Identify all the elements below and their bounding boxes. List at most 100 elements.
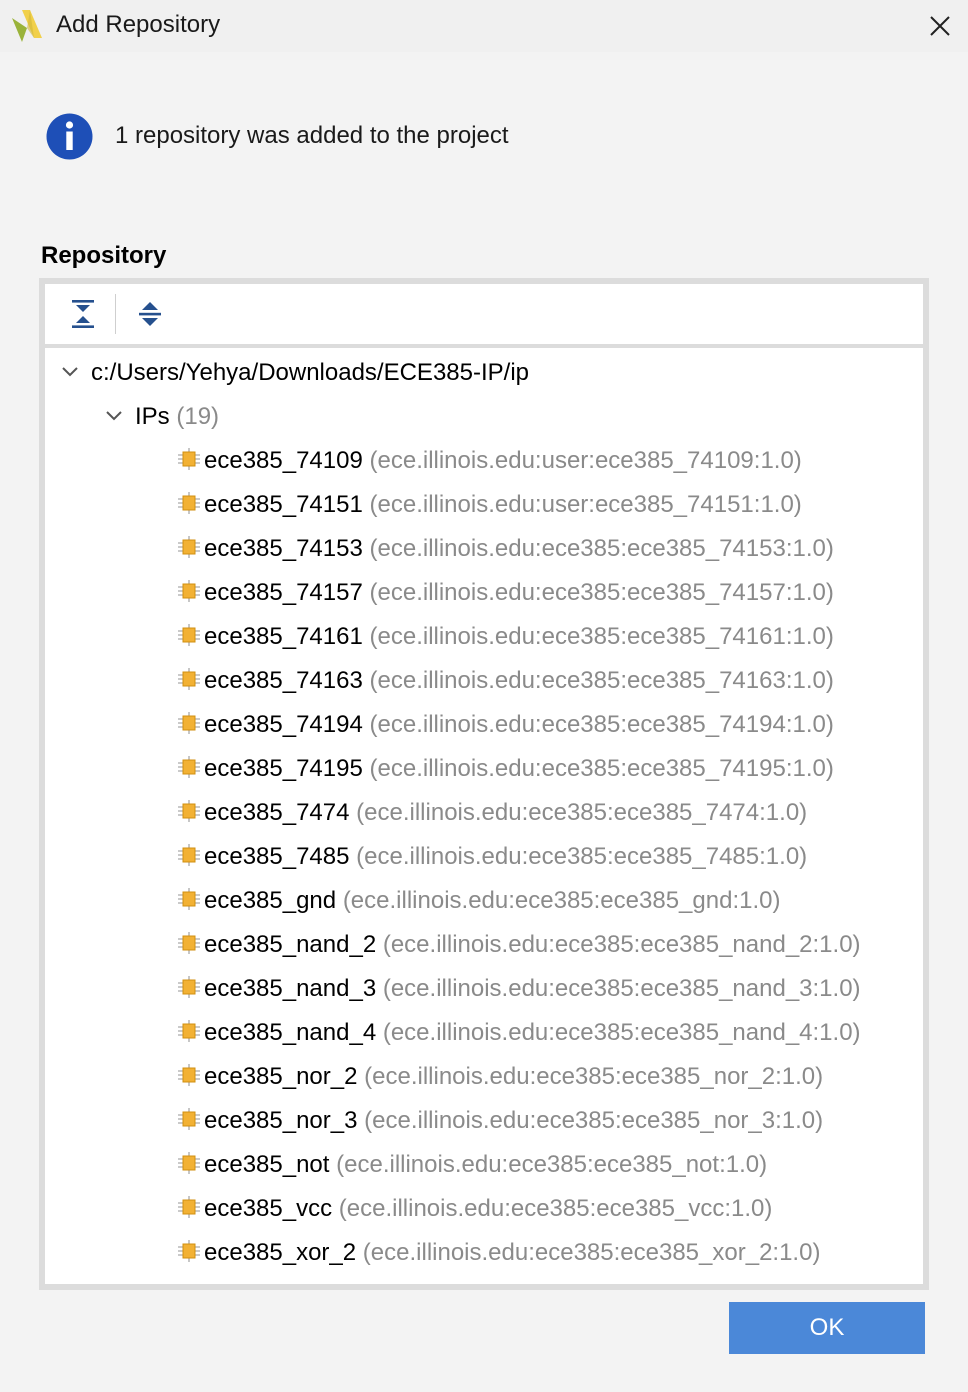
ip-vlnv: (ece.illinois.edu:ece385:ece385_gnd:1.0) (342, 887, 781, 914)
ip-name: ece385_nand_2 (204, 931, 377, 958)
ip-tree-item[interactable]: ece385_7485 (ece.illinois.edu:ece385:ece… (45, 834, 923, 878)
ip-core-icon (178, 580, 200, 602)
ip-vlnv: (ece.illinois.edu:ece385:ece385_vcc:1.0) (338, 1195, 773, 1222)
ip-vlnv: (ece.illinois.edu:ece385:ece385_74195:1.… (369, 755, 834, 782)
repository-tree: c:/Users/Yehya/Downloads/ECE385-IP/ip IP… (45, 348, 923, 1284)
ip-vlnv: (ece.illinois.edu:ece385:ece385_not:1.0) (336, 1151, 768, 1178)
ip-vlnv: (ece.illinois.edu:ece385:ece385_74161:1.… (369, 623, 834, 650)
ips-label: IPs (135, 403, 170, 430)
ip-core-icon (178, 844, 200, 866)
ip-name: ece385_7474 (204, 799, 350, 826)
ip-core-icon (178, 492, 200, 514)
ip-core-icon (178, 888, 200, 910)
chevron-down-icon[interactable] (59, 360, 81, 382)
ip-name: ece385_vcc (204, 1195, 333, 1222)
ip-core-icon (178, 976, 200, 998)
ip-vlnv: (ece.illinois.edu:ece385:ece385_nor_3:1.… (364, 1107, 824, 1134)
info-message: 1 repository was added to the project (115, 122, 509, 149)
collapse-all-icon (72, 300, 94, 328)
ip-tree-item[interactable]: ece385_nand_4 (ece.illinois.edu:ece385:e… (45, 1010, 923, 1054)
ip-tree-item[interactable]: ece385_74161 (ece.illinois.edu:ece385:ec… (45, 614, 923, 658)
ip-core-icon (178, 1108, 200, 1130)
expand-all-button[interactable] (132, 296, 168, 332)
ip-vlnv: (ece.illinois.edu:ece385:ece385_7474:1.0… (356, 799, 808, 826)
ip-vlnv: (ece.illinois.edu:ece385:ece385_74153:1.… (369, 535, 834, 562)
ips-count: (19) (176, 403, 220, 430)
ip-tree-item[interactable]: ece385_74153 (ece.illinois.edu:ece385:ec… (45, 526, 923, 570)
ip-tree-item[interactable]: ece385_nor_2 (ece.illinois.edu:ece385:ec… (45, 1054, 923, 1098)
ip-name: ece385_74161 (204, 623, 363, 650)
ip-core-icon (178, 536, 200, 558)
dialog-content: 1 repository was added to the project Re… (0, 52, 968, 1392)
ip-vlnv: (ece.illinois.edu:user:ece385_74151:1.0) (369, 491, 802, 518)
ok-button[interactable]: OK (729, 1302, 925, 1354)
ip-vlnv: (ece.illinois.edu:user:ece385_74109:1.0) (369, 447, 802, 474)
ip-core-icon (178, 1020, 200, 1042)
ip-tree-item[interactable]: ece385_nor_3 (ece.illinois.edu:ece385:ec… (45, 1098, 923, 1142)
close-icon (930, 16, 950, 36)
ip-vlnv: (ece.illinois.edu:ece385:ece385_nor_2:1.… (364, 1063, 824, 1090)
tree-node-ips[interactable]: IPs (19) (45, 394, 923, 438)
ip-core-icon (178, 756, 200, 778)
ip-name: ece385_nor_3 (204, 1107, 358, 1134)
ip-tree-item[interactable]: ece385_not (ece.illinois.edu:ece385:ece3… (45, 1142, 923, 1186)
ip-vlnv: (ece.illinois.edu:ece385:ece385_74157:1.… (369, 579, 834, 606)
ip-name: ece385_7485 (204, 843, 350, 870)
window-title: Add Repository (56, 11, 221, 38)
ip-tree-item[interactable]: ece385_74109 (ece.illinois.edu:user:ece3… (45, 438, 923, 482)
ip-core-icon (178, 932, 200, 954)
ip-name: ece385_74153 (204, 535, 363, 562)
ip-core-icon (178, 1196, 200, 1218)
ip-tree-item[interactable]: ece385_74195 (ece.illinois.edu:ece385:ec… (45, 746, 923, 790)
ip-name: ece385_74194 (204, 711, 363, 738)
ip-core-icon (178, 1064, 200, 1086)
ip-tree-item[interactable]: ece385_7474 (ece.illinois.edu:ece385:ece… (45, 790, 923, 834)
ip-tree-item[interactable]: ece385_74194 (ece.illinois.edu:ece385:ec… (45, 702, 923, 746)
ip-name: ece385_74109 (204, 447, 363, 474)
ip-tree-item[interactable]: ece385_74151 (ece.illinois.edu:user:ece3… (45, 482, 923, 526)
ip-vlnv: (ece.illinois.edu:ece385:ece385_74163:1.… (369, 667, 834, 694)
ip-vlnv: (ece.illinois.edu:ece385:ece385_nand_4:1… (382, 1019, 861, 1046)
ip-name: ece385_74163 (204, 667, 363, 694)
info-icon (46, 113, 93, 160)
repository-panel: c:/Users/Yehya/Downloads/ECE385-IP/ip IP… (39, 278, 929, 1290)
ip-name: ece385_xor_2 (204, 1239, 357, 1266)
ip-core-icon (178, 1240, 200, 1262)
ip-core-icon (178, 668, 200, 690)
ip-vlnv: (ece.illinois.edu:ece385:ece385_xor_2:1.… (362, 1239, 821, 1266)
ip-name: ece385_gnd (204, 887, 337, 914)
tree-node-repository-path[interactable]: c:/Users/Yehya/Downloads/ECE385-IP/ip (45, 350, 923, 394)
chevron-down-icon[interactable] (103, 404, 125, 426)
ip-tree-item[interactable]: ece385_74157 (ece.illinois.edu:ece385:ec… (45, 570, 923, 614)
ip-name: ece385_74157 (204, 579, 363, 606)
ip-vlnv: (ece.illinois.edu:ece385:ece385_nand_3:1… (382, 975, 861, 1002)
ip-vlnv: (ece.illinois.edu:ece385:ece385_7485:1.0… (356, 843, 808, 870)
ip-name: ece385_nand_3 (204, 975, 377, 1002)
ip-core-icon (178, 712, 200, 734)
repository-path: c:/Users/Yehya/Downloads/ECE385-IP/ip (91, 359, 529, 386)
ip-tree-item[interactable]: ece385_74163 (ece.illinois.edu:ece385:ec… (45, 658, 923, 702)
ip-name: ece385_nand_4 (204, 1019, 377, 1046)
collapse-all-button[interactable] (65, 296, 101, 332)
ip-name: ece385_74195 (204, 755, 363, 782)
ip-vlnv: (ece.illinois.edu:ece385:ece385_nand_2:1… (382, 931, 861, 958)
ip-tree-item[interactable]: ece385_gnd (ece.illinois.edu:ece385:ece3… (45, 878, 923, 922)
repository-label: Repository (41, 242, 167, 269)
ip-core-icon (178, 1152, 200, 1174)
ip-tree-item[interactable]: ece385_nand_3 (ece.illinois.edu:ece385:e… (45, 966, 923, 1010)
ip-tree-item[interactable]: ece385_nand_2 (ece.illinois.edu:ece385:e… (45, 922, 923, 966)
ip-core-icon (178, 624, 200, 646)
vivado-logo-icon (12, 10, 42, 42)
ip-name: ece385_not (204, 1151, 330, 1178)
ip-name: ece385_nor_2 (204, 1063, 358, 1090)
close-button[interactable] (918, 6, 962, 46)
expand-all-icon (139, 302, 161, 326)
ip-tree-item[interactable]: ece385_xor_2 (ece.illinois.edu:ece385:ec… (45, 1230, 923, 1274)
ip-vlnv: (ece.illinois.edu:ece385:ece385_74194:1.… (369, 711, 834, 738)
ip-core-icon (178, 448, 200, 470)
ip-name: ece385_74151 (204, 491, 363, 518)
tree-toolbar (45, 284, 923, 344)
ip-tree-item[interactable]: ece385_vcc (ece.illinois.edu:ece385:ece3… (45, 1186, 923, 1230)
toolbar-separator (115, 294, 116, 334)
title-bar: Add Repository (0, 0, 968, 52)
